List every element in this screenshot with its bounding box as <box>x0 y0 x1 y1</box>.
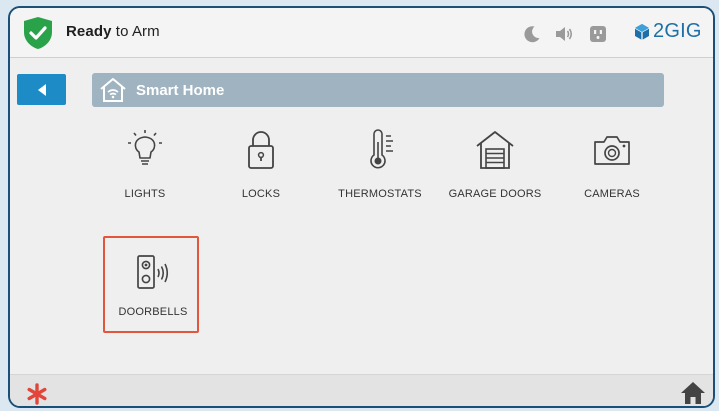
doorbell-icon <box>137 255 169 289</box>
status-rest: to Arm <box>111 23 160 40</box>
back-arrow-icon <box>37 83 46 96</box>
breadcrumb-label: Smart Home <box>136 81 225 99</box>
light-bulb-icon <box>128 130 162 165</box>
brand-logo: 2GIG <box>634 20 702 43</box>
speaker-icon[interactable] <box>554 24 574 44</box>
camera-icon <box>594 136 630 165</box>
panic-asterisk-icon[interactable] <box>26 383 48 405</box>
brand-cube-icon <box>634 23 650 40</box>
tile-label: LOCKS <box>241 188 281 200</box>
top-status-bar: Ready to Arm 2GIG <box>10 8 713 58</box>
tile-locks[interactable]: LOCKS <box>211 128 311 224</box>
garage-icon <box>476 131 514 169</box>
padlock-icon <box>248 131 274 169</box>
panel-frame: Ready to Arm 2GIG Smart Home LIGHTS LOCK… <box>8 6 715 408</box>
tile-thermostats[interactable]: THERMOSTATS <box>330 128 430 224</box>
thermometer-icon <box>370 129 393 169</box>
tile-lights[interactable]: LIGHTS <box>95 128 195 224</box>
tile-doorbells[interactable]: DOORBELLS <box>103 236 199 333</box>
status-bold: Ready <box>66 23 112 40</box>
system-status-text[interactable]: Ready to Arm <box>66 23 160 40</box>
bottom-bar <box>10 374 713 406</box>
tile-label: DOORBELLS <box>118 306 188 318</box>
back-button[interactable] <box>17 74 66 105</box>
moon-icon[interactable] <box>522 24 542 44</box>
brand-text: 2GIG <box>653 20 702 42</box>
tile-garage-doors[interactable]: GARAGE DOORS <box>445 128 545 224</box>
outlet-icon[interactable] <box>588 24 608 44</box>
tile-label: LIGHTS <box>124 188 166 200</box>
tile-cameras[interactable]: CAMERAS <box>562 128 662 224</box>
shield-check-icon[interactable] <box>22 16 54 50</box>
tile-label: GARAGE DOORS <box>448 188 542 200</box>
breadcrumb: Smart Home <box>92 73 664 107</box>
smart-home-icon <box>100 78 126 102</box>
tile-label: THERMOSTATS <box>338 188 422 200</box>
tile-label: CAMERAS <box>584 188 640 200</box>
home-icon[interactable] <box>680 381 706 405</box>
